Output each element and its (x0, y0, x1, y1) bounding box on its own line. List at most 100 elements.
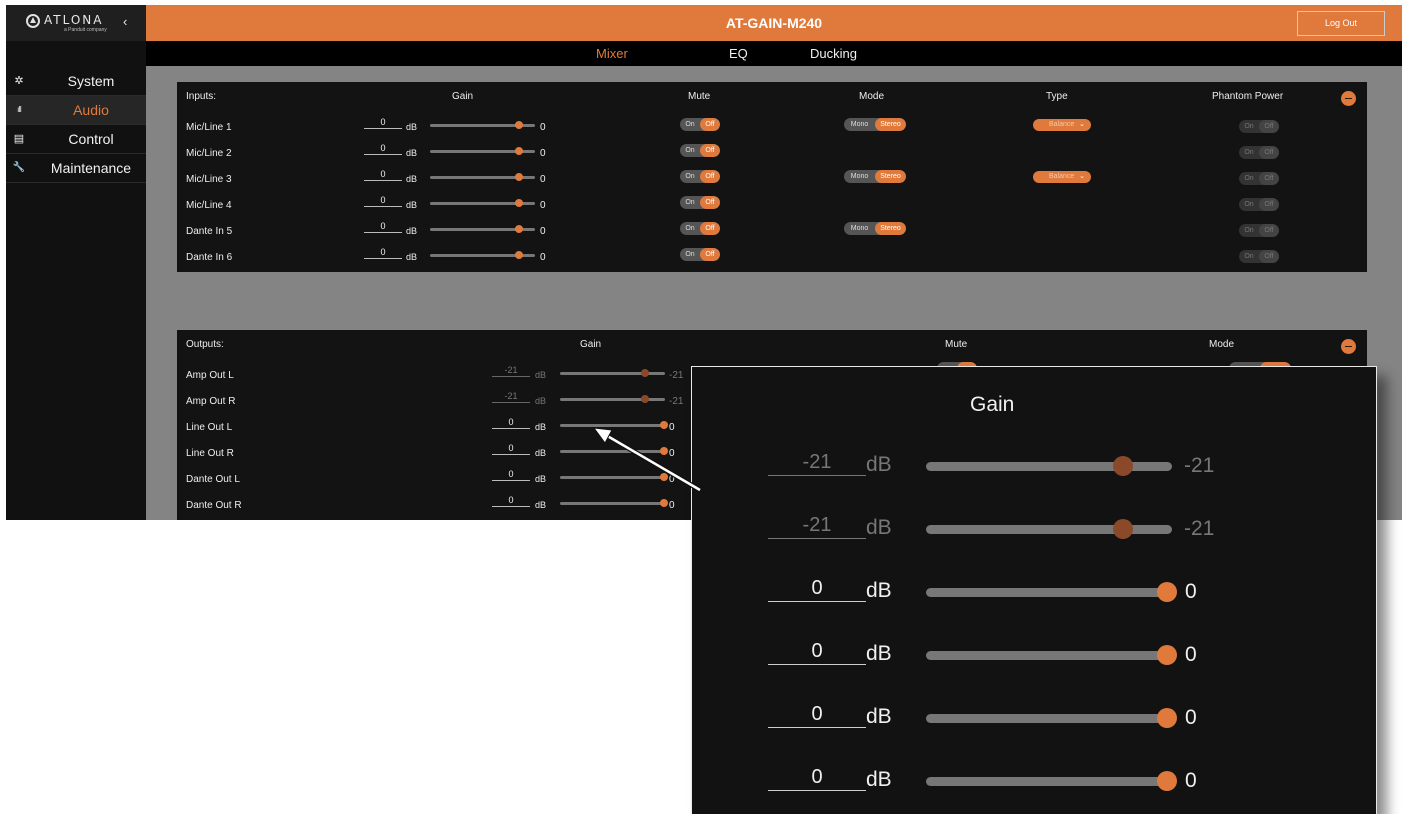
mute-toggle-option-a: On (685, 251, 695, 258)
zoom-gain-unit: dB (866, 768, 892, 791)
gain-unit: dB (535, 396, 547, 406)
gain-slider-handle[interactable] (660, 447, 668, 455)
zoom-gain-unit: dB (866, 453, 892, 476)
tab-mixer[interactable]: Mixer (596, 46, 628, 61)
gain-unit: dB (406, 148, 418, 158)
sidebar-item-label: Maintenance (50, 160, 132, 176)
gain-slider-handle[interactable] (515, 199, 523, 207)
gain-slider-track[interactable] (560, 424, 665, 427)
gain-input[interactable]: 0 (364, 117, 402, 129)
mute-toggle[interactable]: On Off (680, 248, 720, 261)
phantom-power-column-header: Phantom Power (1212, 91, 1284, 102)
mute-toggle-option-b: Off (700, 170, 720, 183)
zoom-gain-slider-track (926, 714, 1172, 723)
input-channel-label: Dante In 5 (186, 226, 233, 237)
phantom-power-toggle[interactable]: On Off (1239, 224, 1279, 237)
mute-toggle[interactable]: On Off (680, 196, 720, 209)
mute-toggle[interactable]: On Off (680, 144, 720, 157)
gain-unit: dB (406, 122, 418, 132)
mute-toggle[interactable]: On Off (680, 222, 720, 235)
sidebar-item-control[interactable]: ▤ Control (6, 125, 146, 154)
gain-readout: 0 (669, 500, 675, 511)
type-column-header: Type (1046, 91, 1068, 102)
gain-slider-track[interactable] (560, 398, 665, 401)
mute-toggle[interactable]: On Off (680, 118, 720, 131)
zoom-gain-slider-handle (1112, 456, 1133, 476)
phantom-power-toggle[interactable]: On Off (1239, 120, 1279, 133)
gain-slider-handle[interactable] (515, 147, 523, 155)
tab-ducking[interactable]: Ducking (810, 46, 857, 61)
gain-readout: 0 (540, 174, 546, 185)
gain-input[interactable]: 0 (492, 443, 530, 455)
gain-unit: dB (535, 448, 547, 458)
mute-toggle-option-b: Off (700, 222, 720, 235)
mode-toggle[interactable]: Mono Stereo (844, 118, 906, 131)
phantom-power-toggle[interactable]: On Off (1239, 146, 1279, 159)
phantom-power-toggle[interactable]: On Off (1239, 172, 1279, 185)
gain-readout: 0 (540, 252, 546, 263)
gain-slider-handle[interactable] (660, 421, 668, 429)
phantom-power-toggle-option-a: On (1244, 175, 1254, 182)
type-select[interactable]: Balance ⌄ (1033, 119, 1091, 131)
gain-input[interactable]: 0 (364, 195, 402, 207)
gain-input[interactable]: 0 (364, 247, 402, 259)
gain-input[interactable]: 0 (364, 143, 402, 155)
phantom-power-toggle-option-a: On (1244, 149, 1254, 156)
gain-slider-handle[interactable] (515, 121, 523, 129)
gain-slider-handle[interactable] (515, 225, 523, 233)
phantom-power-toggle[interactable]: On Off (1239, 250, 1279, 263)
mode-toggle[interactable]: Mono Stereo (844, 222, 906, 235)
gain-input[interactable]: 0 (364, 169, 402, 181)
mode-column-header: Mode (859, 91, 885, 102)
tab-eq[interactable]: EQ (729, 46, 748, 61)
gain-input[interactable]: 0 (492, 469, 530, 481)
gain-slider-handle[interactable] (515, 251, 523, 259)
output-channel-label: Amp Out R (186, 396, 236, 407)
input-channel-label: Mic/Line 1 (186, 122, 232, 133)
phantom-power-toggle-option-a: On (1244, 253, 1254, 260)
gain-unit: dB (406, 252, 418, 262)
gain-slider-handle[interactable] (641, 369, 650, 377)
type-select[interactable]: Balance ⌄ (1033, 171, 1091, 183)
mode-toggle[interactable]: Mono Stereo (844, 170, 906, 183)
zoom-gain-input: 0 (768, 701, 866, 728)
sidebar-collapse-icon[interactable]: ‹ (123, 14, 127, 29)
mode-toggle-option-a: Mono (850, 225, 869, 232)
phantom-power-toggle[interactable]: On Off (1239, 198, 1279, 211)
mode-toggle-option-b: Stereo (875, 222, 906, 235)
phantom-power-toggle-option-b: Off (1259, 198, 1279, 211)
gain-slider-handle[interactable] (641, 395, 650, 403)
logout-button[interactable]: Log Out (1297, 11, 1385, 36)
gain-slider-track[interactable] (560, 476, 665, 479)
type-select-value: Balance (1049, 173, 1075, 180)
zoom-gain-slider-track (926, 525, 1172, 534)
zoom-gain-slider-track (926, 588, 1172, 597)
gain-slider-handle[interactable] (660, 499, 668, 507)
output-channel-label: Line Out L (186, 422, 233, 433)
gain-input[interactable]: -21 (492, 391, 530, 403)
gain-slider-track[interactable] (560, 372, 665, 375)
device-title: AT-GAIN-M240 (725, 15, 823, 31)
gain-slider-track[interactable] (560, 502, 665, 505)
type-select-value: Balance (1049, 121, 1075, 128)
gain-input[interactable]: 0 (364, 221, 402, 233)
outputs-collapse-button[interactable] (1341, 339, 1356, 354)
sidebar-item-maintenance[interactable]: 🔧 Maintenance (6, 154, 146, 183)
gain-input[interactable]: -21 (492, 365, 530, 377)
sidebar-item-system[interactable]: ✲ System (6, 67, 146, 96)
inputs-collapse-button[interactable] (1341, 91, 1356, 106)
gain-slider-handle[interactable] (515, 173, 523, 181)
zoom-gain-readout: 0 (1185, 769, 1197, 792)
brand-logo: ATLONA a Panduit company ‹ (6, 5, 146, 41)
output-channel-label: Line Out R (186, 448, 234, 459)
gain-slider-track[interactable] (560, 450, 665, 453)
gain-slider-handle[interactable] (660, 473, 668, 481)
phantom-power-toggle-option-b: Off (1259, 224, 1279, 237)
sidebar-item-label: Control (68, 131, 114, 147)
gain-input[interactable]: 0 (492, 495, 530, 507)
zoom-gain-slider-handle (1157, 645, 1177, 665)
gain-input[interactable]: 0 (492, 417, 530, 429)
sidebar-item-audio[interactable]: ıII Audio (6, 96, 146, 125)
zoom-gain-input: 0 (768, 575, 866, 602)
mute-toggle[interactable]: On Off (680, 170, 720, 183)
